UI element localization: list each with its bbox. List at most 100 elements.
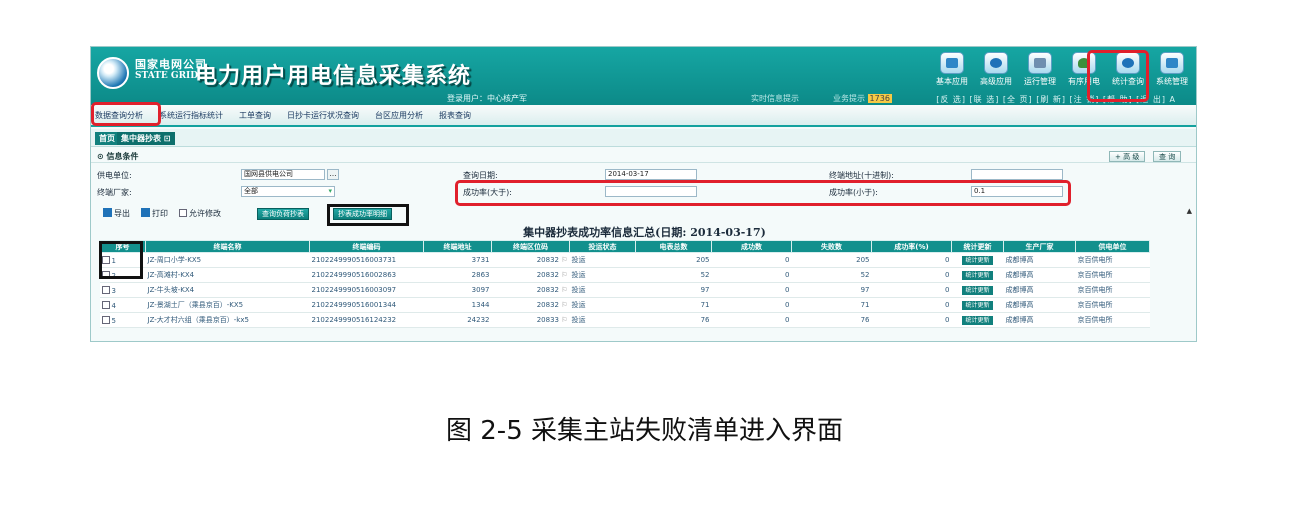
cell-update-text[interactable]: 统计更新	[962, 300, 993, 310]
cell-rate-text: 0	[945, 301, 950, 309]
cell-update[interactable]: 统计更新	[951, 282, 1004, 298]
supply-unit-field[interactable]: 国网县供电公司	[241, 169, 325, 180]
highlight-stats-query	[1087, 50, 1149, 102]
business-hint[interactable]: 业务提示 1736	[833, 93, 892, 104]
table-row[interactable]: 2 JZ-高滩村-KX4 2102249990516002863 2863 20832 …	[99, 267, 1150, 283]
col-total[interactable]: 电表总数	[635, 240, 712, 253]
vendor-select[interactable]: 全部 ▾	[241, 186, 335, 197]
supply-unit-picker[interactable]: …	[327, 169, 339, 180]
cell-vendor: 成都博高	[1003, 252, 1076, 268]
table-title: 集中器抄表成功率信息汇总(日期: 2014-03-17)	[523, 226, 766, 239]
print-icon	[141, 208, 150, 217]
cell-update-text[interactable]: 统计更新	[962, 255, 993, 265]
col-status[interactable]: 投运状态	[569, 240, 636, 253]
cell-fail: 71	[791, 297, 872, 313]
date-field[interactable]: 2014-03-17	[605, 169, 697, 180]
realtime-hint[interactable]: 实时信息提示	[751, 93, 799, 104]
cell-addr-text: 1344	[471, 301, 490, 309]
cell-total: 52	[635, 267, 712, 283]
tab-home[interactable]: 首页	[95, 132, 119, 145]
tool-run-manage[interactable]: 运行管理	[1018, 49, 1062, 91]
cell-update-text[interactable]: 统计更新	[962, 315, 993, 325]
cell-total-text: 71	[700, 301, 710, 309]
nav-report-query[interactable]: 报表查询	[439, 110, 471, 121]
nav-area-analysis[interactable]: 台区应用分析	[375, 110, 423, 121]
col-name[interactable]: 终端名称	[145, 240, 310, 253]
col-update[interactable]: 统计更新	[951, 240, 1004, 253]
cell-addr-text: 3097	[471, 286, 490, 294]
cell-update[interactable]: 统计更新	[951, 267, 1004, 283]
cell-update[interactable]: 统计更新	[951, 252, 1004, 268]
terminal-addr-field[interactable]	[971, 169, 1063, 180]
cell-area-text: 20833	[536, 316, 559, 324]
cell-ok-text: 0	[785, 286, 790, 294]
basic-app-icon	[940, 52, 964, 74]
table-row[interactable]: 5 JZ-大才村六组（乘县京百）-kx5 2102249990516124232 24…	[99, 312, 1150, 328]
load-reading-button[interactable]: 查询负荷抄表	[257, 208, 309, 220]
tool-label: 高级应用	[980, 77, 1012, 86]
tool-system-manage[interactable]: 系统管理	[1150, 49, 1194, 91]
login-user: 登录用户：中心核产军	[447, 94, 527, 103]
cell-total-text: 205	[696, 256, 710, 264]
cell-name: JZ-牛头坡-KX4	[145, 282, 310, 298]
row-checkbox-icon[interactable]	[101, 315, 110, 324]
cell-area-text: 20832	[536, 256, 559, 264]
cell-ok-text: 0	[785, 316, 790, 324]
cell-update[interactable]: 统计更新	[951, 312, 1004, 328]
allow-edit-checkbox[interactable]: 允许修改	[179, 208, 221, 219]
row-select-cell[interactable]: 4	[99, 297, 146, 313]
table-row[interactable]: 3 JZ-牛头坡-KX4 2102249990516003097 3097 20832 …	[99, 282, 1150, 298]
cell-fail-text: 76	[860, 316, 870, 324]
cell-rate: 0	[871, 252, 952, 268]
module-toolbar: 基本应用 高级应用 运行管理 有序用电 统计查询 系统管理	[930, 49, 1194, 91]
export-button[interactable]: 导出	[103, 208, 130, 219]
advanced-button[interactable]: + 高 级	[1109, 151, 1146, 162]
checkbox-icon	[179, 209, 187, 217]
cell-total-text: 97	[700, 286, 710, 294]
col-ok[interactable]: 成功数	[711, 240, 792, 253]
export-label: 导出	[114, 209, 130, 218]
cell-status: 投运	[569, 282, 636, 298]
table-row[interactable]: 4 JZ-景湖土厂（乘县京百）-KX5 2102249990516001344 134…	[99, 297, 1150, 313]
cell-area-text: 20832	[536, 286, 559, 294]
tool-advanced-app[interactable]: 高级应用	[974, 49, 1018, 91]
table-row[interactable]: 1 JZ-周口小学-KX5 2102249990516003731 3731 20832…	[99, 252, 1150, 268]
col-unit[interactable]: 供电单位	[1075, 240, 1150, 253]
query-button[interactable]: 查 询	[1153, 151, 1182, 162]
col-vendor[interactable]: 生产厂家	[1003, 240, 1076, 253]
cell-name-text: JZ-景湖土厂（乘县京百）-KX5	[147, 301, 244, 309]
cell-update[interactable]: 统计更新	[951, 297, 1004, 313]
col-addr[interactable]: 终端地址	[423, 240, 492, 253]
tab-concentrator-reading[interactable]: 集中器抄表 ⊡	[117, 132, 175, 145]
row-select-cell[interactable]: 5	[99, 312, 146, 328]
nav-run-index[interactable]: 系统运行指标统计	[159, 110, 223, 121]
nav-work-order[interactable]: 工单查询	[239, 110, 271, 121]
col-rate[interactable]: 成功率(%)	[871, 240, 952, 253]
cell-status-text: 投运	[571, 256, 586, 264]
row-number: 5	[111, 316, 116, 325]
cell-area-text: 20832	[536, 301, 559, 309]
col-area[interactable]: 终端区位码	[491, 240, 570, 253]
col-code[interactable]: 终端编码	[309, 240, 424, 253]
cell-update-text[interactable]: 统计更新	[962, 270, 993, 280]
col-fail[interactable]: 失败数	[791, 240, 872, 253]
print-button[interactable]: 打印	[141, 208, 168, 219]
tool-basic-app[interactable]: 基本应用	[930, 49, 974, 91]
row-select-cell[interactable]: 3	[99, 282, 146, 298]
row-checkbox-icon[interactable]	[101, 300, 110, 309]
cell-unit: 京百供电所	[1075, 312, 1150, 328]
cell-addr-text: 3731	[471, 256, 490, 264]
cell-fail-text: 205	[856, 256, 870, 264]
concentrator-table: 序号 终端名称 终端编码 终端地址 终端区位码 投运状态 电表总数 成功数 失败…	[99, 240, 1150, 328]
cell-rate: 0	[871, 312, 952, 328]
cell-addr: 24232	[423, 312, 492, 328]
screenshot-frame: 国家电网公司 STATE GRID 电力用户用电信息采集系统 登录用户：中心核产…	[90, 46, 1197, 342]
cell-vendor-text: 成都博高	[1005, 271, 1034, 279]
scroll-up-icon[interactable]: ▲	[1187, 207, 1192, 215]
cell-update-text[interactable]: 统计更新	[962, 285, 993, 295]
nav-daily-card[interactable]: 日抄卡运行状况查询	[287, 110, 359, 121]
condition-title[interactable]: ⊙ 信息条件	[97, 151, 139, 162]
cell-ok: 0	[711, 297, 792, 313]
cell-rate-text: 0	[945, 316, 950, 324]
row-checkbox-icon[interactable]	[101, 285, 110, 294]
